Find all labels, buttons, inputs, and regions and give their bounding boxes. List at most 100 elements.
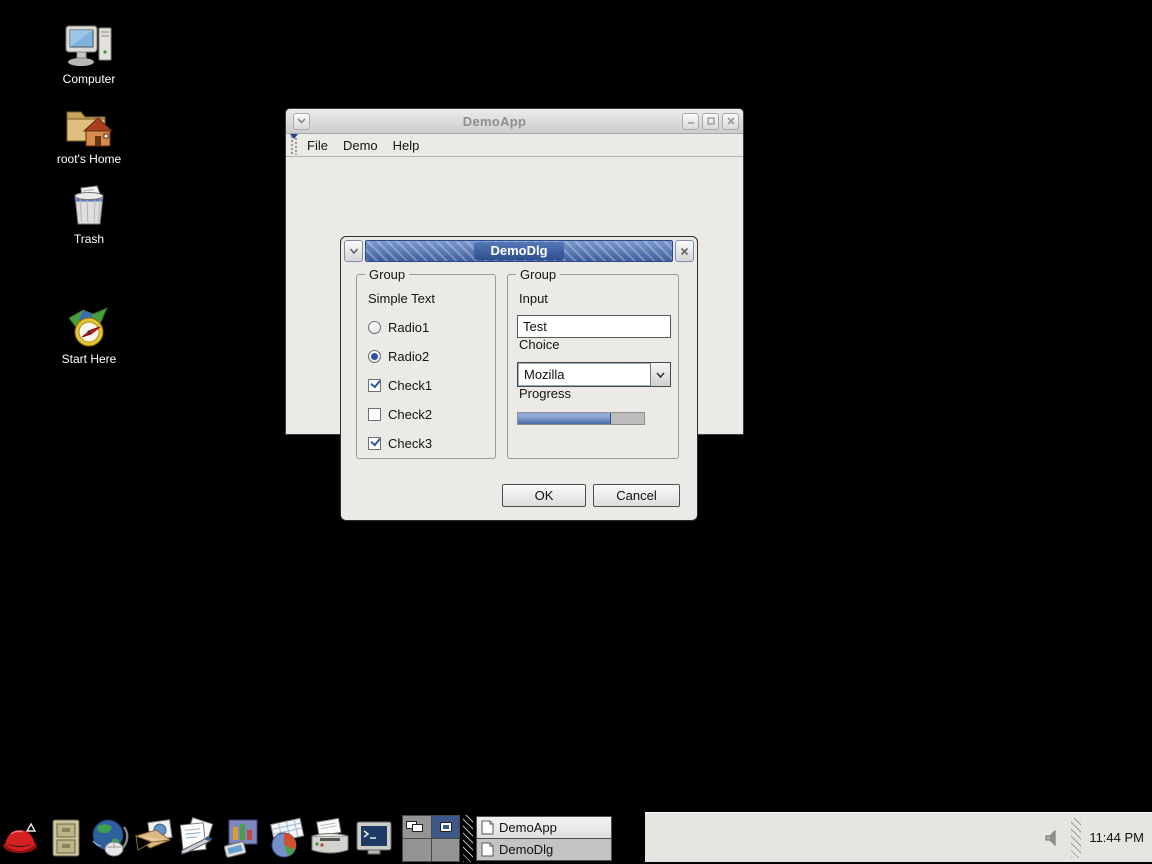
window-list-item-demodlg[interactable]: DemoDlg <box>476 838 612 861</box>
workspace-2-active[interactable] <box>432 816 460 838</box>
desktop-icon-label: Computer <box>34 72 144 86</box>
clock-drag-handle[interactable] <box>1071 818 1081 858</box>
dialog-title-area: DemoDlg <box>365 240 673 262</box>
menu-help[interactable]: Help <box>393 135 420 156</box>
checkbox-icon[interactable] <box>368 408 381 421</box>
home-folder-icon <box>64 104 114 148</box>
radio-icon[interactable] <box>368 350 381 363</box>
progress-fill <box>518 413 611 424</box>
launcher-terminal[interactable] <box>352 815 396 861</box>
clock[interactable]: 11:44 PM <box>1089 830 1144 845</box>
launcher-word-processor[interactable] <box>176 815 220 861</box>
radio2-option[interactable]: Radio2 <box>368 349 487 363</box>
combobox-dropdown-button[interactable] <box>650 363 670 386</box>
window-icon <box>481 842 494 857</box>
simple-text-label: Simple Text <box>368 291 487 305</box>
check2-option[interactable]: Check2 <box>368 407 487 421</box>
workspace-3[interactable] <box>403 839 431 861</box>
spreadsheet-icon <box>264 817 308 859</box>
menubar: File Demo Help <box>286 134 743 157</box>
launcher-printer[interactable] <box>308 815 352 861</box>
menu-demo[interactable]: Demo <box>343 135 378 156</box>
ok-button[interactable]: OK <box>502 484 586 507</box>
group-right: Group Input Choice Mozilla Progress <box>507 274 679 459</box>
progress-bar <box>517 412 645 425</box>
workspace-4[interactable] <box>432 839 460 861</box>
main-menu-button[interactable] <box>0 815 44 861</box>
launcher-presentation[interactable] <box>220 815 264 861</box>
desktop-icon-computer[interactable]: Computer <box>34 24 144 86</box>
input-field[interactable] <box>517 315 671 338</box>
workspace-window-thumb <box>412 824 423 832</box>
dialog-title: DemoDlg <box>474 242 563 260</box>
email-icon <box>132 818 176 858</box>
window-list: DemoApp DemoDlg <box>476 816 612 861</box>
dialog-menu-button[interactable] <box>344 240 363 262</box>
dialog-button-row: OK Cancel <box>344 484 694 507</box>
menu-drag-handle[interactable] <box>290 136 299 155</box>
workspace-window-thumb <box>440 822 452 832</box>
desktop-icon-roots-home[interactable]: root's Home <box>34 104 144 166</box>
printer-icon <box>308 818 352 858</box>
file-manager-icon <box>49 817 83 859</box>
window-list-drag-handle[interactable] <box>463 815 473 862</box>
radio-icon[interactable] <box>368 321 381 334</box>
bottom-panel: DemoApp DemoDlg 11:44 PM <box>0 812 1152 864</box>
demodlg-titlebar[interactable]: DemoDlg <box>344 240 694 262</box>
close-button[interactable] <box>722 113 739 130</box>
choice-combobox[interactable]: Mozilla <box>517 362 671 387</box>
word-processor-icon <box>176 817 220 859</box>
presentation-icon <box>221 817 263 859</box>
redhat-menu-icon <box>1 818 43 858</box>
trash-icon <box>67 184 111 228</box>
start-here-icon <box>65 304 113 348</box>
workspace-1[interactable] <box>403 816 431 838</box>
check1-option[interactable]: Check1 <box>368 378 487 392</box>
desktop-icon-label: Start Here <box>34 352 144 366</box>
desktop-icon-trash[interactable]: Trash <box>34 184 144 246</box>
close-icon <box>727 117 735 125</box>
desktop-icon-label: Trash <box>34 232 144 246</box>
window-menu-button[interactable] <box>293 113 310 130</box>
maximize-icon <box>707 117 715 125</box>
radio1-option[interactable]: Radio1 <box>368 320 487 334</box>
checkbox-icon[interactable] <box>368 379 381 392</box>
demodlg-dialog: DemoDlg Group Simple Text Radio1 Radio2 <box>340 236 698 521</box>
group-left-legend: Group <box>365 267 409 282</box>
dialog-body: Group Simple Text Radio1 Radio2 Check1 <box>344 262 694 515</box>
workspace-switcher[interactable] <box>402 815 460 862</box>
input-label: Input <box>519 291 548 306</box>
close-icon <box>680 247 689 256</box>
web-browser-icon <box>88 817 132 859</box>
checkbox-icon[interactable] <box>368 437 381 450</box>
terminal-icon <box>354 819 394 857</box>
menu-file[interactable]: File <box>307 135 328 156</box>
maximize-button[interactable] <box>702 113 719 130</box>
choice-label: Choice <box>519 337 559 352</box>
window-list-item-demoapp[interactable]: DemoApp <box>476 816 612 839</box>
dialog-close-button[interactable] <box>675 240 694 262</box>
group-left: Group Simple Text Radio1 Radio2 Check1 <box>356 274 496 459</box>
demoapp-titlebar[interactable]: DemoApp <box>286 109 743 134</box>
cancel-button[interactable]: Cancel <box>593 484 680 507</box>
desktop-icon-start-here[interactable]: Start Here <box>34 304 144 366</box>
computer-icon <box>63 24 115 68</box>
window-title: DemoApp <box>310 114 679 129</box>
panel-left-section: DemoApp DemoDlg <box>0 812 645 864</box>
launcher-web-browser[interactable] <box>88 815 132 861</box>
chevron-down-icon <box>656 372 665 378</box>
window-icon <box>481 820 494 835</box>
combobox-value: Mozilla <box>518 363 650 386</box>
volume-button[interactable] <box>1043 829 1061 847</box>
group-right-legend: Group <box>516 267 560 282</box>
chevron-down-icon <box>297 118 306 124</box>
panel-right-section: 11:44 PM <box>645 812 1152 864</box>
desktop-icon-label: root's Home <box>34 152 144 166</box>
minimize-icon <box>687 117 695 125</box>
progress-label: Progress <box>519 386 571 401</box>
check3-option[interactable]: Check3 <box>368 436 487 450</box>
launcher-email[interactable] <box>132 815 176 861</box>
minimize-button[interactable] <box>682 113 699 130</box>
launcher-file-manager[interactable] <box>44 815 88 861</box>
launcher-spreadsheet[interactable] <box>264 815 308 861</box>
